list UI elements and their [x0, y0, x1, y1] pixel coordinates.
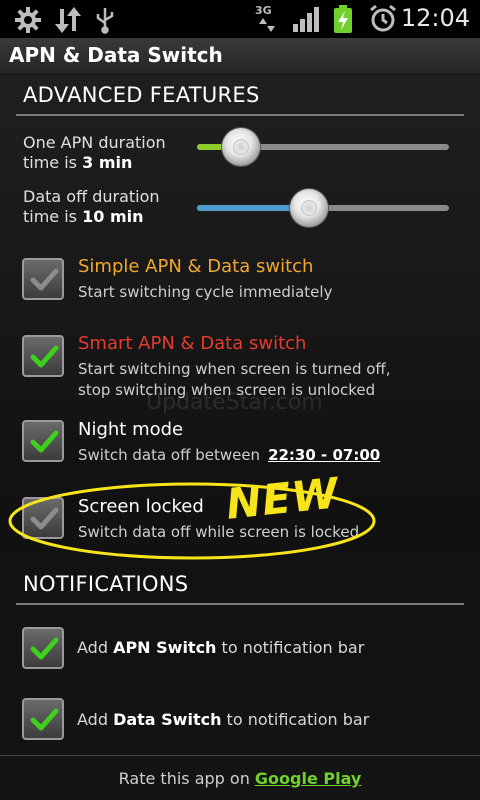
checkmark-icon: [30, 430, 59, 453]
night-mode-subtitle: Switch data off between 22:30 - 07:00: [78, 446, 381, 464]
app-title-bar: APN & Data Switch: [0, 38, 480, 75]
checkmark-icon: [30, 345, 59, 368]
app-title: APN & Data Switch: [9, 43, 223, 67]
checkmark-icon: [30, 708, 59, 731]
checkmark-icon: [30, 268, 59, 291]
data-switch-notification-checkbox[interactable]: [22, 698, 64, 740]
rate-app-footer: Rate this app on Google Play: [118, 769, 362, 788]
data-off-duration-value: 10 min: [82, 207, 144, 226]
night-mode-time-range-link[interactable]: 22:30 - 07:00: [268, 446, 380, 464]
status-bar: 3G 12:04: [0, 0, 480, 38]
advanced-features-header: ADVANCED FEATURES: [23, 83, 260, 107]
google-play-link[interactable]: Google Play: [255, 769, 361, 788]
apn-switch-notification-label: Add APN Switch to notification bar: [77, 638, 365, 657]
clock: 12:04: [400, 4, 470, 32]
night-mode-checkbox[interactable]: [22, 420, 64, 462]
alarm-icon: [368, 4, 398, 38]
notifications-header: NOTIFICATIONS: [23, 572, 189, 596]
apn-duration-value: 3 min: [82, 153, 133, 172]
data-switch-notification-label: Add Data Switch to notification bar: [77, 710, 370, 729]
data-off-duration-slider-thumb[interactable]: [290, 189, 328, 227]
checkmark-icon: [30, 637, 59, 660]
simple-switch-subtitle: Start switching cycle immediately: [78, 283, 333, 301]
section-divider: [16, 603, 464, 605]
battery-charging-icon: [332, 4, 354, 38]
usb-icon: [94, 6, 116, 38]
apn-duration-slider-thumb[interactable]: [222, 128, 260, 166]
apn-duration-label: One APN duration time is 3 min: [23, 133, 166, 172]
network-type-label: 3G: [255, 4, 272, 17]
settings-icon: [14, 6, 42, 38]
data-off-duration-label: Data off duration time is 10 min: [23, 187, 160, 226]
watermark: UpdateStar.com: [146, 390, 323, 415]
apn-switch-notification-checkbox[interactable]: [22, 627, 64, 669]
smart-switch-checkbox[interactable]: [22, 335, 64, 377]
footer-divider: [0, 755, 480, 756]
simple-switch-checkbox[interactable]: [22, 258, 64, 300]
signal-icon: [292, 6, 322, 36]
night-mode-title: Night mode: [78, 419, 184, 440]
settings-screen: ADVANCED FEATURES One APN duration time …: [0, 75, 480, 800]
data-transfer-icon: [54, 6, 82, 38]
smart-switch-title: Smart APN & Data switch: [78, 333, 307, 354]
simple-switch-title: Simple APN & Data switch: [78, 256, 314, 277]
network-arrows-icon: [258, 17, 276, 36]
section-divider: [16, 114, 464, 116]
